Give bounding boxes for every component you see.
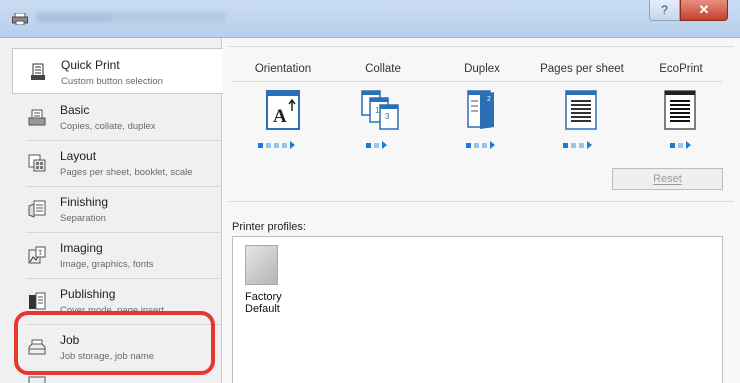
basic-icon [28, 109, 46, 126]
collate-icon[interactable]: 1 3 [360, 89, 402, 131]
publishing-icon [29, 292, 46, 310]
imaging-icon: T [28, 246, 46, 264]
sidebar-item-label: Layout [60, 149, 97, 163]
ecoprint-icon[interactable] [662, 89, 698, 131]
sidebar-item-basic[interactable]: Basic Copies, collate, duplex [12, 94, 222, 141]
duplex-icon[interactable]: 2 [464, 89, 500, 131]
sidebar-item-sublabel: Separation [60, 213, 106, 224]
sidebar-item-label: Quick Print [61, 58, 120, 72]
printer-profiles-list[interactable] [232, 236, 723, 383]
orientation-selector[interactable] [258, 141, 295, 149]
collate-selector[interactable] [366, 141, 387, 149]
profile-name-line: Default [245, 303, 280, 315]
svg-text:A: A [273, 106, 287, 127]
sidebar-item-label: Publishing [60, 287, 116, 301]
sidebar-item-sublabel: Copies, collate, duplex [60, 121, 156, 132]
sidebar-item-label: Imaging [60, 241, 103, 255]
sidebar-item-label: Finishing [60, 195, 109, 209]
highlight-annotation [14, 311, 215, 375]
column-header-pages-per-sheet: Pages per sheet [540, 63, 624, 75]
orientation-portrait-icon[interactable]: A [265, 89, 301, 131]
title-bar: ? ✕ [0, 0, 740, 38]
divider [228, 46, 734, 47]
close-icon: ✕ [698, 2, 710, 17]
sidebar-item-layout[interactable]: Layout Pages per sheet, booklet, scale [12, 140, 222, 187]
sidebar-item-finishing[interactable]: Finishing Separation [12, 186, 222, 233]
help-icon: ? [661, 3, 668, 17]
printer-app-icon [12, 13, 28, 25]
profile-thumbnail-icon[interactable] [245, 245, 278, 285]
pages-per-sheet-selector[interactable] [563, 141, 592, 149]
pages-per-sheet-icon[interactable] [563, 89, 599, 131]
column-header-collate: Collate [365, 63, 401, 75]
sidebar-item-label: Basic [60, 103, 90, 117]
layout-icon [28, 154, 46, 172]
sidebar-item-sublabel: Pages per sheet, booklet, scale [60, 167, 193, 178]
column-header-orientation: Orientation [254, 63, 312, 75]
ecoprint-selector[interactable] [670, 141, 691, 149]
column-header-duplex: Duplex [464, 63, 500, 75]
reset-button[interactable]: Reset [612, 168, 723, 190]
profile-factory-default[interactable]: Factory Default [245, 291, 282, 315]
advanced-icon [28, 376, 46, 383]
sidebar-item-sublabel: Image, graphics, fonts [60, 259, 154, 270]
quick-print-icon [31, 63, 45, 80]
reset-button-label: Reset [653, 173, 682, 185]
sidebar-item-sublabel: Custom button selection [61, 76, 163, 87]
printer-profiles-label: Printer profiles: [232, 221, 306, 233]
svg-text:2: 2 [487, 96, 491, 103]
sidebar-item-imaging[interactable]: T Imaging Image, graphics, fonts [12, 232, 222, 279]
divider [232, 81, 722, 82]
svg-text:3: 3 [385, 112, 390, 121]
svg-text:T: T [38, 249, 43, 257]
divider [228, 201, 734, 202]
sidebar-item-quick-print[interactable]: Quick Print Custom button selection [12, 48, 223, 94]
finishing-icon [28, 200, 46, 218]
window-title-blurred [36, 12, 226, 23]
duplex-selector[interactable] [466, 141, 495, 149]
profile-name-line: Factory [245, 291, 282, 303]
column-header-ecoprint: EcoPrint [659, 63, 703, 75]
help-button[interactable]: ? [649, 0, 680, 21]
close-button[interactable]: ✕ [680, 0, 728, 21]
